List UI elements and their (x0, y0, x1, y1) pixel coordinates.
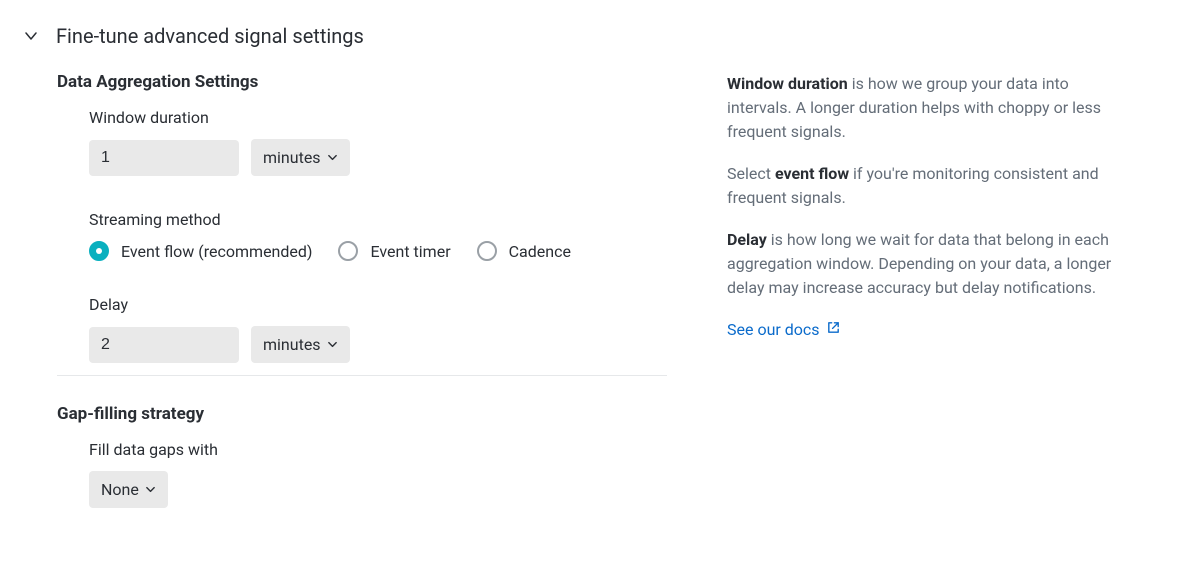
fill-gaps-group: Fill data gaps with None (57, 440, 667, 508)
gap-section-title: Gap-filling strategy (57, 404, 667, 424)
radio-event-timer[interactable] (338, 241, 358, 261)
help-delay: Delay is how long we wait for data that … (727, 228, 1127, 300)
radio-event-timer-label: Event timer (370, 242, 450, 261)
help-text: is how long we wait for data that belong… (727, 230, 1111, 297)
delay-input[interactable] (89, 327, 239, 363)
delay-unit-select[interactable]: minutes (251, 326, 350, 363)
help-bold-term: Window duration (727, 74, 848, 93)
chevron-down-icon (22, 27, 40, 45)
chevron-down-icon (145, 480, 156, 499)
delay-group: Delay minutes (57, 295, 667, 363)
help-text: Select (727, 164, 775, 183)
settings-column: Data Aggregation Settings Window duratio… (57, 72, 667, 542)
window-duration-unit-label: minutes (263, 148, 321, 167)
help-bold-term: event flow (775, 164, 849, 183)
chevron-down-icon (327, 335, 338, 354)
window-duration-label: Window duration (89, 108, 667, 127)
delay-unit-label: minutes (263, 335, 321, 354)
external-link-icon (826, 318, 841, 342)
help-panel: Window duration is how we group your dat… (727, 72, 1127, 342)
aggregation-section-title: Data Aggregation Settings (57, 72, 667, 92)
delay-label: Delay (89, 295, 667, 314)
fill-gaps-label: Fill data gaps with (89, 440, 667, 459)
see-docs-link[interactable]: See our docs (727, 318, 841, 342)
help-event-flow: Select event flow if you're monitoring c… (727, 162, 1127, 210)
streaming-method-group: Streaming method Event flow (recommended… (57, 210, 667, 261)
radio-event-flow[interactable] (89, 241, 109, 261)
section-header[interactable]: Fine-tune advanced signal settings (14, 24, 1186, 48)
window-duration-group: Window duration minutes (57, 108, 667, 176)
window-duration-input[interactable] (89, 140, 239, 176)
streaming-method-label: Streaming method (89, 210, 667, 229)
radio-cadence-label: Cadence (509, 242, 571, 261)
radio-event-flow-label: Event flow (recommended) (121, 242, 312, 261)
fill-gaps-value: None (101, 480, 139, 499)
chevron-down-icon (327, 148, 338, 167)
fill-gaps-select[interactable]: None (89, 471, 168, 508)
section-divider (57, 375, 667, 376)
window-duration-unit-select[interactable]: minutes (251, 139, 350, 176)
help-bold-term: Delay (727, 230, 767, 249)
radio-cadence[interactable] (477, 241, 497, 261)
help-window-duration: Window duration is how we group your dat… (727, 72, 1127, 144)
page-title: Fine-tune advanced signal settings (56, 24, 364, 48)
docs-link-label: See our docs (727, 318, 820, 342)
